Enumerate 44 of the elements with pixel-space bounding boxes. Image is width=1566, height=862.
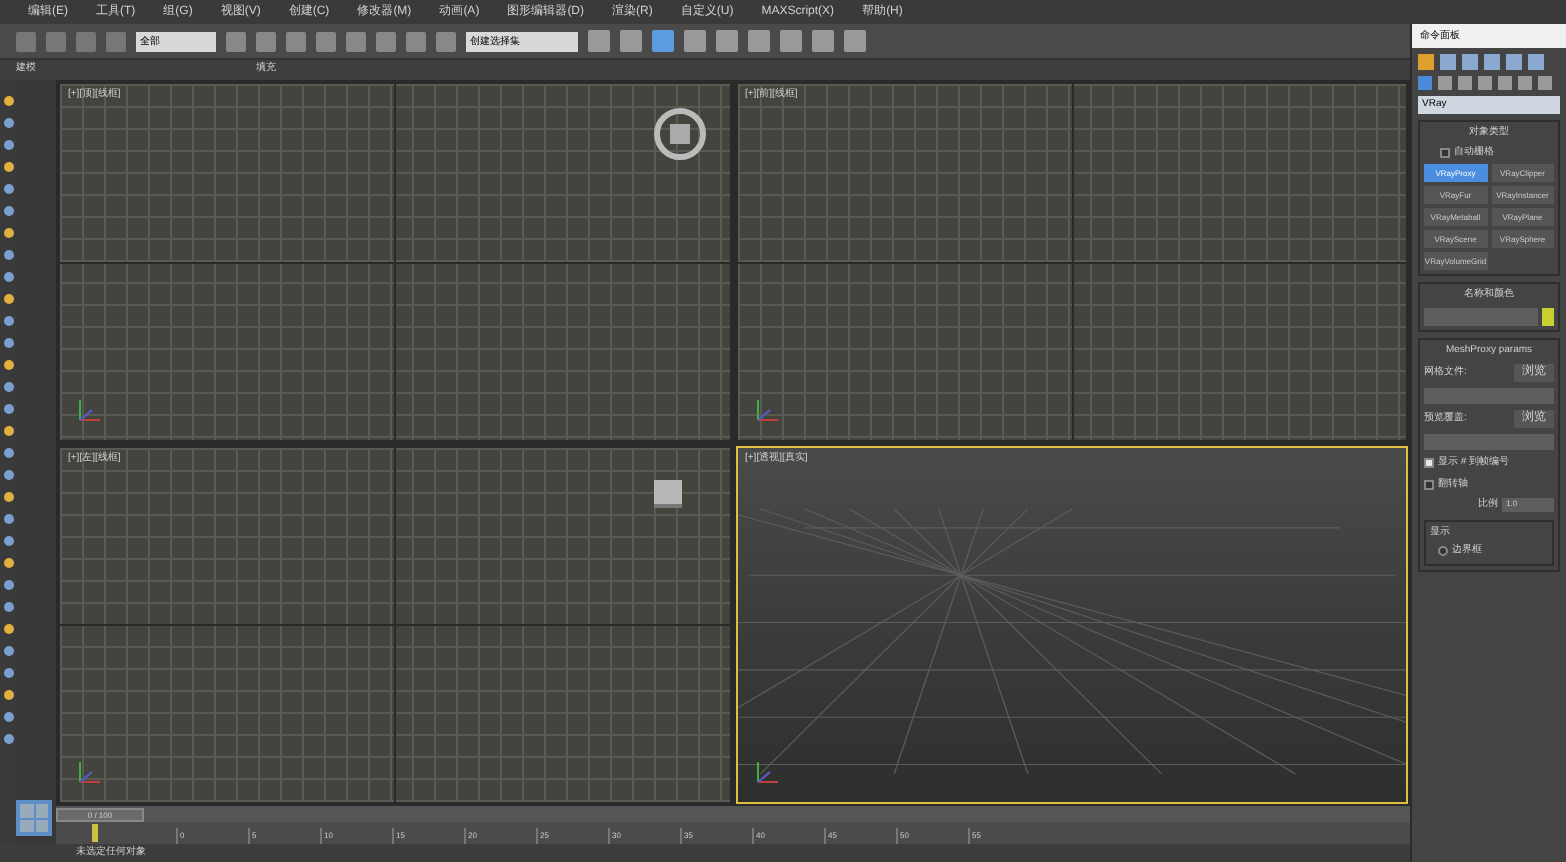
tool-icon[interactable] bbox=[3, 580, 13, 590]
tool-icon[interactable] bbox=[3, 536, 13, 546]
tool-icon[interactable] bbox=[3, 448, 13, 458]
axis-gizmo-icon bbox=[76, 758, 104, 786]
tool-icon[interactable] bbox=[3, 206, 13, 216]
tool-icon[interactable] bbox=[3, 184, 13, 194]
tool-icon[interactable] bbox=[3, 624, 13, 634]
tool-icon[interactable] bbox=[3, 382, 13, 392]
axis-gizmo-icon bbox=[753, 395, 781, 423]
axis-gizmo-icon bbox=[753, 758, 781, 786]
tool-icon[interactable] bbox=[3, 668, 13, 678]
mesh-file-field[interactable] bbox=[1424, 388, 1554, 404]
tool-icon[interactable] bbox=[3, 316, 13, 326]
tool-icon[interactable] bbox=[3, 140, 13, 150]
tool-icon[interactable] bbox=[3, 404, 13, 414]
viewcube-ring-icon[interactable] bbox=[653, 108, 705, 160]
axis-gizmo-icon bbox=[76, 395, 104, 423]
tool-icon[interactable] bbox=[3, 228, 13, 238]
checkbox[interactable] bbox=[1440, 147, 1450, 158]
radio-button[interactable] bbox=[1438, 546, 1448, 557]
tool-icon[interactable] bbox=[3, 712, 13, 722]
tool-icon[interactable] bbox=[3, 338, 13, 348]
tool-icon[interactable] bbox=[3, 162, 13, 172]
tool-icon[interactable] bbox=[3, 360, 13, 370]
tool-icon[interactable] bbox=[3, 602, 13, 612]
name-input-field[interactable] bbox=[1424, 307, 1538, 325]
tool-icon[interactable] bbox=[3, 646, 13, 656]
tool-icon[interactable] bbox=[3, 118, 13, 128]
checkbox[interactable] bbox=[1424, 458, 1434, 469]
tool-icon[interactable] bbox=[3, 492, 13, 502]
color-swatch[interactable] bbox=[1542, 307, 1554, 325]
viewport-layout-icon[interactable] bbox=[16, 800, 52, 836]
tool-icon[interactable] bbox=[3, 734, 13, 744]
preview-field[interactable] bbox=[1424, 434, 1554, 450]
tool-icon[interactable] bbox=[3, 690, 13, 700]
tool-icon[interactable] bbox=[3, 470, 13, 480]
tool-icon[interactable] bbox=[3, 294, 13, 304]
tool-icon[interactable] bbox=[3, 96, 13, 106]
tool-icon[interactable] bbox=[3, 558, 13, 568]
tool-icon[interactable] bbox=[3, 426, 13, 436]
tool-icon[interactable] bbox=[3, 514, 13, 524]
tool-icon[interactable] bbox=[3, 250, 13, 260]
tool-icon[interactable] bbox=[3, 272, 13, 282]
checkbox[interactable] bbox=[1424, 479, 1434, 490]
